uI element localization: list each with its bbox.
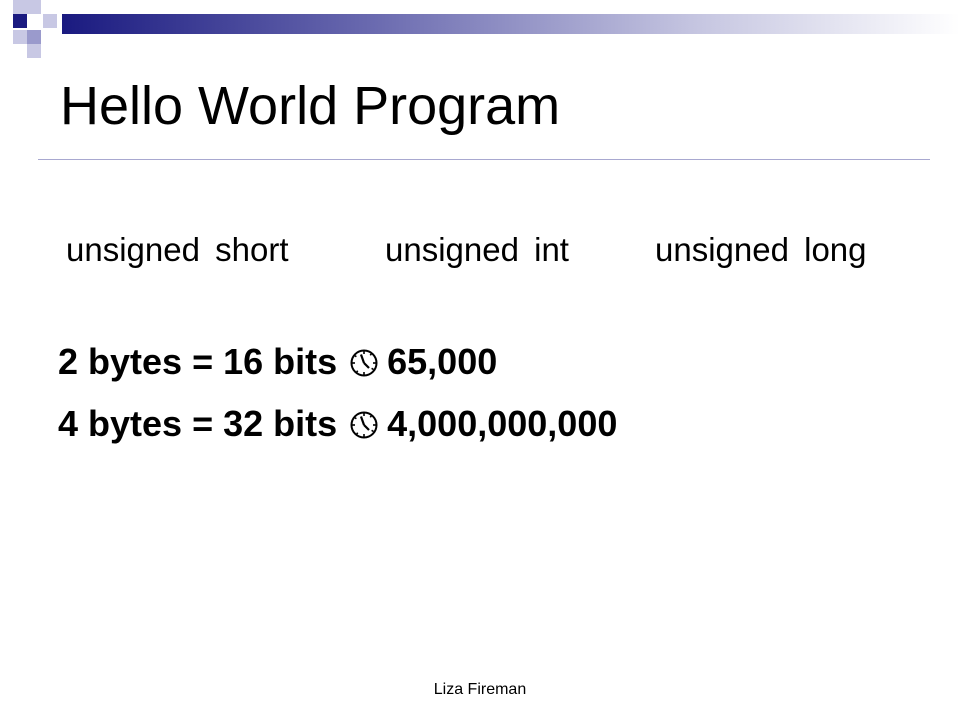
size-line-4-bytes: 4 bytes = 32 bits 4,000,000,000: [58, 402, 617, 450]
size-line-right: 4,000,000,000: [387, 403, 618, 444]
type-label-unsigned-int: unsigned int: [385, 231, 569, 268]
clock-icon: [349, 344, 379, 388]
slide-title: Hello World Program: [60, 76, 561, 136]
type-labels-row: unsigned short unsigned int unsigned lon…: [0, 228, 960, 272]
size-line-2-bytes: 2 bytes = 16 bits 65,000: [58, 340, 497, 388]
header-gradient-band: [62, 14, 960, 34]
size-line-left: 4 bytes = 32 bits: [58, 403, 338, 444]
title-divider: [38, 159, 930, 160]
type-label-unsigned-long: unsigned long: [655, 231, 867, 268]
size-line-right: 65,000: [387, 341, 498, 382]
size-line-left: 2 bytes = 16 bits: [58, 341, 338, 382]
footer-author: Liza Fireman: [433, 681, 527, 698]
type-label-unsigned-short: unsigned short: [66, 231, 289, 268]
clock-icon: [349, 406, 379, 450]
